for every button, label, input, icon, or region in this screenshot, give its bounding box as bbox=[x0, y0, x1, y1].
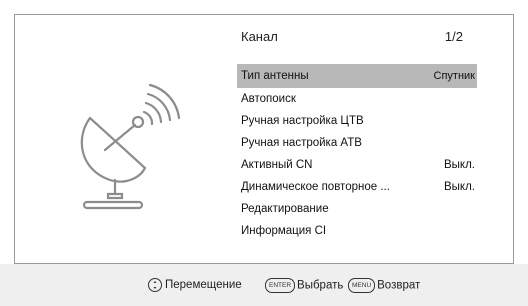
menu-item-label: Динамическое повторное ... bbox=[241, 181, 390, 193]
menu-item-manual-atv[interactable]: Ручная настройка АТВ bbox=[237, 132, 477, 154]
menu-item-value: Спутник bbox=[433, 70, 475, 82]
menu-key-icon: MENU bbox=[348, 278, 376, 293]
dpad-icon bbox=[148, 278, 162, 292]
menu-item-value: Выкл. bbox=[443, 159, 475, 171]
hint-move: Перемещение bbox=[148, 278, 242, 294]
hint-back: MENU Возврат bbox=[348, 278, 420, 294]
page-indicator: 1/2 bbox=[444, 29, 463, 44]
satellite-dish-icon bbox=[70, 80, 190, 210]
menu-item-active-cn[interactable]: Активный CN Выкл. bbox=[237, 154, 477, 176]
menu-item-label: Тип антенны bbox=[241, 70, 309, 82]
menu-item-label: Ручная настройка АТВ bbox=[241, 137, 362, 149]
menu-item-label: Информация CI bbox=[241, 225, 327, 237]
menu-item-label: Автопоиск bbox=[241, 93, 296, 105]
menu-item-autosearch[interactable]: Автопоиск bbox=[237, 88, 477, 110]
tv-settings-screen: Канал 1/2 Тип антенны Спутник Автопоиск … bbox=[0, 0, 528, 306]
menu-item-edit[interactable]: Редактирование bbox=[237, 198, 477, 220]
menu-item-label: Редактирование bbox=[241, 203, 329, 215]
page-title: Канал bbox=[241, 29, 278, 44]
menu-item-label: Активный CN bbox=[241, 159, 313, 171]
hint-select: ENTER Выбрать bbox=[265, 278, 343, 294]
button-hints-bar: Перемещение ENTER Выбрать MENU Возврат bbox=[0, 264, 528, 306]
menu-header: Канал 1/2 bbox=[241, 29, 477, 45]
menu-item-manual-dtv[interactable]: Ручная настройка ЦТВ bbox=[237, 110, 477, 132]
menu-item-antenna-type[interactable]: Тип антенны Спутник bbox=[237, 64, 477, 88]
menu-item-value: Выкл. bbox=[443, 181, 475, 193]
hint-back-label: Возврат bbox=[377, 279, 421, 292]
menu-item-label: Ручная настройка ЦТВ bbox=[241, 115, 364, 127]
settings-menu: Тип антенны Спутник Автопоиск Ручная нас… bbox=[237, 64, 477, 242]
hint-move-label: Перемещение bbox=[165, 279, 242, 292]
enter-key-icon: ENTER bbox=[265, 278, 296, 293]
menu-item-dynamic-rescan[interactable]: Динамическое повторное ... Выкл. bbox=[237, 176, 477, 198]
hint-select-label: Выбрать bbox=[297, 279, 344, 292]
menu-item-ci-info[interactable]: Информация CI bbox=[237, 220, 477, 242]
